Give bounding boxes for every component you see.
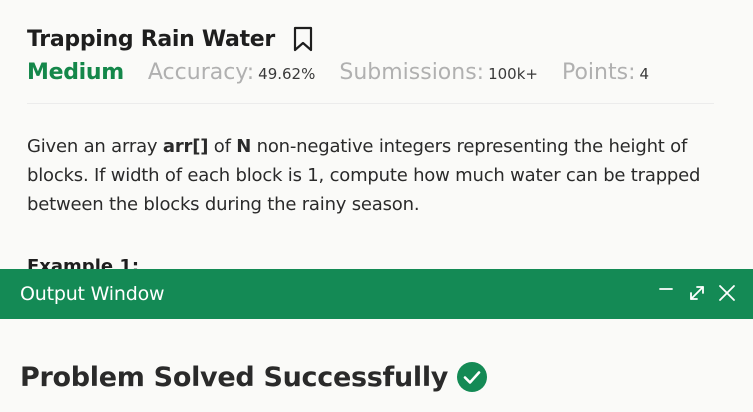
accuracy-value: 49.62% xyxy=(258,65,316,83)
window-controls xyxy=(649,281,739,305)
submissions-label: Submissions: xyxy=(339,60,485,85)
output-window-title: Output Window xyxy=(20,283,165,305)
problem-meta: Medium Accuracy: 49.62% Submissions: 100… xyxy=(27,60,649,85)
title-row: Trapping Rain Water xyxy=(27,26,313,52)
accuracy-label: Accuracy: xyxy=(147,60,255,85)
output-window-header[interactable]: Output Window xyxy=(0,269,753,319)
divider xyxy=(27,103,714,104)
check-circle-icon xyxy=(456,361,488,393)
problem-title: Trapping Rain Water xyxy=(27,26,275,52)
description-text: Given an array xyxy=(27,136,163,157)
result-status: Problem Solved Successfully xyxy=(20,361,488,393)
close-icon[interactable] xyxy=(715,281,739,305)
output-window: Output Window Problem Solved Successfull… xyxy=(0,269,753,412)
points-label: Points: xyxy=(561,60,636,85)
expand-icon[interactable] xyxy=(685,281,709,305)
submissions-value: 100k+ xyxy=(488,65,538,83)
points-value: 4 xyxy=(639,65,650,83)
problem-description: Given an array arr[] of N non-negative i… xyxy=(27,132,727,219)
minimize-icon[interactable] xyxy=(655,281,679,305)
result-message: Problem Solved Successfully xyxy=(20,361,449,393)
bookmark-icon[interactable] xyxy=(293,26,313,52)
difficulty-badge: Medium xyxy=(27,60,124,85)
description-n-term: N xyxy=(236,136,252,157)
description-text: of xyxy=(208,136,237,157)
description-array-term: arr[] xyxy=(162,136,209,157)
